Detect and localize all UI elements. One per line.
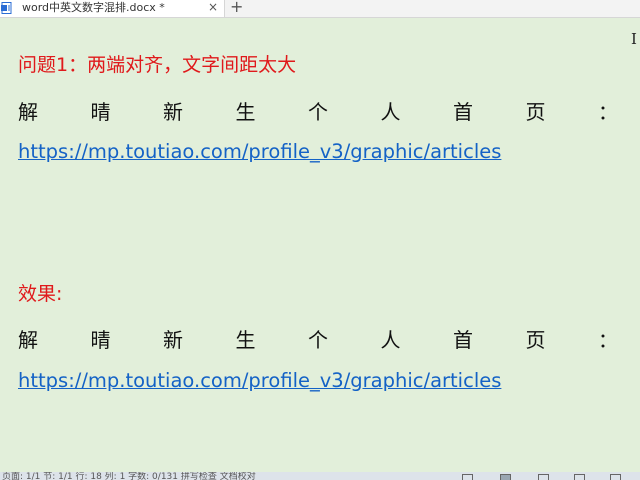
- justified-char: 页: [525, 328, 546, 352]
- justified-line-1: 解 晴 新 生 个 人 首 页 ：: [18, 96, 618, 125]
- status-bar: 页面: 1/1 节: 1/1 行: 18 列: 1 字数: 0/131 拼写检查…: [0, 472, 640, 480]
- document-tab[interactable]: word中英文数字混排.docx * ×: [0, 0, 225, 17]
- justified-char: 人: [380, 328, 401, 352]
- justified-char: 晴: [90, 328, 111, 352]
- outline-view-icon[interactable]: [574, 474, 585, 480]
- justified-char: 解: [18, 328, 38, 352]
- close-icon[interactable]: ×: [208, 0, 218, 17]
- tab-bar: word中英文数字混排.docx * × +: [0, 0, 640, 18]
- new-tab-icon[interactable]: +: [230, 0, 243, 17]
- justified-char: 生: [235, 328, 256, 352]
- justified-char: ：: [598, 328, 618, 352]
- justified-char: 人: [380, 100, 401, 124]
- heading-problem: 问题1：两端对齐，文字间距太大: [18, 54, 297, 76]
- page-view-icon[interactable]: [500, 474, 511, 480]
- web-view-icon[interactable]: [538, 474, 549, 480]
- reading-view-icon[interactable]: [610, 474, 621, 480]
- justified-char: 解: [18, 100, 38, 124]
- justified-char: 首: [453, 328, 473, 352]
- article-link-2[interactable]: https://mp.toutiao.com/profile_v3/graphi…: [18, 369, 501, 392]
- justified-char: 生: [235, 100, 256, 124]
- view-mode-icon[interactable]: [462, 474, 473, 480]
- justified-char: 个: [308, 100, 328, 124]
- justified-char: ：: [598, 100, 618, 124]
- justified-char: 新: [163, 100, 183, 124]
- status-text: 页面: 1/1 节: 1/1 行: 18 列: 1 字数: 0/131 拼写检查…: [2, 472, 256, 480]
- tab-title: word中英文数字混排.docx *: [22, 1, 165, 14]
- justified-char: 页: [525, 100, 546, 124]
- justified-line-2: 解 晴 新 生 个 人 首 页 ：: [18, 324, 618, 353]
- justified-char: 新: [163, 328, 183, 352]
- article-link-1[interactable]: https://mp.toutiao.com/profile_v3/graphi…: [18, 140, 501, 163]
- document-page[interactable]: 问题1：两端对齐，文字间距太大 解晴新生个人首页： https://mp.tou…: [0, 18, 640, 472]
- document-icon: [1, 2, 12, 14]
- justified-char: 个: [308, 328, 328, 352]
- justified-char: 晴: [90, 100, 111, 124]
- justified-char: 首: [453, 100, 473, 124]
- heading-result: 效果:: [18, 283, 63, 305]
